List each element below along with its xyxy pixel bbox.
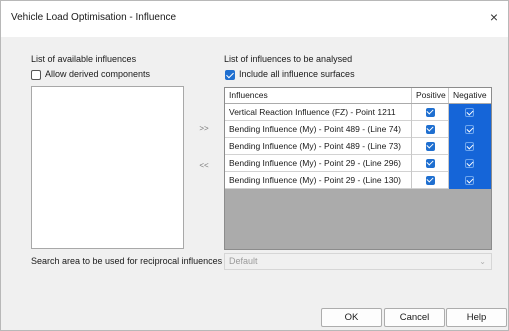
- close-icon[interactable]: ×: [490, 9, 498, 25]
- allow-derived-label: Allow derived components: [45, 69, 151, 79]
- influence-name-cell: Bending Influence (My) - Point 489 - (Li…: [225, 121, 412, 138]
- negative-cell: [449, 104, 491, 121]
- positive-checkbox[interactable]: [426, 108, 435, 117]
- include-all-label: Include all influence surfaces: [239, 69, 355, 79]
- negative-cell: [449, 155, 491, 172]
- search-area-select[interactable]: Default ⌄: [224, 253, 492, 270]
- available-influences-heading: List of available influences: [31, 54, 137, 64]
- available-influences-list[interactable]: [31, 86, 184, 249]
- positive-cell: [412, 104, 449, 121]
- cancel-button[interactable]: Cancel: [384, 308, 445, 327]
- influence-name-cell: Bending Influence (My) - Point 29 - (Lin…: [225, 172, 412, 189]
- window-title: Vehicle Load Optimisation - Influence: [11, 12, 177, 23]
- positive-checkbox[interactable]: [426, 159, 435, 168]
- header-negative[interactable]: Negative: [449, 88, 491, 103]
- table-row[interactable]: Vertical Reaction Influence (FZ) - Point…: [225, 104, 491, 121]
- table-row[interactable]: Bending Influence (My) - Point 489 - (Li…: [225, 121, 491, 138]
- search-area-label: Search area to be used for reciprocal in…: [31, 256, 223, 266]
- influence-name-cell: Bending Influence (My) - Point 489 - (Li…: [225, 138, 412, 155]
- negative-checkbox[interactable]: [465, 159, 474, 168]
- positive-checkbox[interactable]: [426, 142, 435, 151]
- grid-header: Influences Positive Negative: [225, 88, 491, 103]
- negative-cell: [449, 121, 491, 138]
- search-area-value: Default: [229, 256, 258, 266]
- influences-grid[interactable]: Influences Positive Negative Vertical Re…: [224, 87, 492, 250]
- allow-derived-checkbox[interactable]: [31, 70, 41, 80]
- positive-cell: [412, 172, 449, 189]
- positive-cell: [412, 155, 449, 172]
- ok-button[interactable]: OK: [321, 308, 382, 327]
- table-row[interactable]: Bending Influence (My) - Point 29 - (Lin…: [225, 155, 491, 172]
- negative-cell: [449, 172, 491, 189]
- positive-cell: [412, 121, 449, 138]
- table-row[interactable]: Bending Influence (My) - Point 29 - (Lin…: [225, 172, 491, 189]
- include-all-checkbox[interactable]: [225, 70, 235, 80]
- help-button[interactable]: Help: [446, 308, 507, 327]
- table-row[interactable]: Bending Influence (My) - Point 489 - (Li…: [225, 138, 491, 155]
- negative-cell: [449, 138, 491, 155]
- positive-checkbox[interactable]: [426, 176, 435, 185]
- dialog-window: Vehicle Load Optimisation - Influence × …: [0, 0, 509, 331]
- positive-checkbox[interactable]: [426, 125, 435, 134]
- positive-cell: [412, 138, 449, 155]
- chevron-down-icon: ⌄: [479, 257, 486, 266]
- negative-checkbox[interactable]: [465, 108, 474, 117]
- analysed-influences-heading: List of influences to be analysed: [224, 54, 353, 64]
- influence-name-cell: Vertical Reaction Influence (FZ) - Point…: [225, 104, 412, 121]
- header-positive[interactable]: Positive: [412, 88, 449, 103]
- remove-influence-button[interactable]: <<: [193, 159, 215, 173]
- negative-checkbox[interactable]: [465, 142, 474, 151]
- negative-checkbox[interactable]: [465, 125, 474, 134]
- add-influence-button[interactable]: >>: [193, 122, 215, 136]
- title-bar: Vehicle Load Optimisation - Influence ×: [1, 1, 508, 37]
- negative-checkbox[interactable]: [465, 176, 474, 185]
- influence-name-cell: Bending Influence (My) - Point 29 - (Lin…: [225, 155, 412, 172]
- header-influences[interactable]: Influences: [225, 88, 412, 103]
